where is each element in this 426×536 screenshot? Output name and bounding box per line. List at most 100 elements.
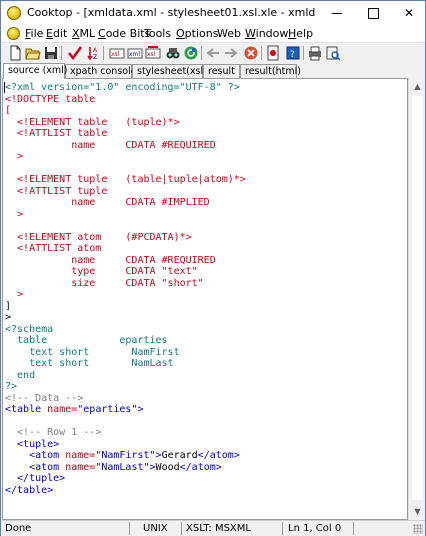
menu-file[interactable]: File (25, 27, 43, 40)
page-settings-icon[interactable] (265, 45, 281, 61)
status-divider (181, 522, 182, 535)
status-divider (129, 522, 130, 535)
menu-code-bits[interactable]: Code Bits (98, 27, 150, 40)
resize-grip-icon[interactable] (413, 524, 423, 534)
xsl-run-icon[interactable]: xsl (145, 45, 161, 61)
code-line: <!ATTLIST table (5, 128, 108, 139)
code-line: <!-- Data --> (5, 392, 84, 404)
forward-arrow-icon[interactable] (223, 45, 239, 61)
validate-check-icon[interactable] (67, 45, 83, 61)
code-line: > (5, 151, 24, 162)
menu-web[interactable]: Web (217, 27, 241, 40)
code-line: <?xml version="1.0" encoding="UTF-8" ?> (5, 82, 240, 93)
toolbar-separator (103, 46, 104, 60)
find-binoculars-icon[interactable] (165, 45, 181, 61)
code-line: <!ELEMENT table (tuple)*> (5, 116, 180, 128)
toolbar-separator (303, 46, 304, 60)
cooktop-app-icon[interactable] (7, 6, 21, 20)
code-line: <!DOCTYPE table (5, 93, 96, 105)
help-book-icon[interactable]: ? (285, 45, 301, 61)
document-tabs: source (xml) xpath console stylesheet(xsl)… (1, 63, 425, 79)
xsl-transform-icon[interactable]: xsl (109, 45, 125, 61)
code-line: <!ELEMENT atom (#PCDATA)*> (5, 231, 192, 243)
code-line: </tuple> (5, 473, 66, 484)
menu-tools[interactable]: Tools (144, 27, 171, 40)
line-ending-indicator: UNIX (143, 523, 168, 534)
svg-text:A: A (93, 47, 98, 54)
document-menu-icon[interactable] (7, 27, 20, 40)
toolbar-separator (261, 46, 262, 60)
print-icon[interactable] (307, 45, 323, 61)
code-line: <!-- Row 1 --> (5, 427, 102, 438)
code-line: <atom name="NamLast">Wood</atom> (5, 461, 222, 473)
stop-icon[interactable] (243, 45, 259, 61)
svg-text:xsl: xsl (147, 51, 156, 58)
scrollbar-thumb[interactable] (412, 96, 423, 500)
minimize-button[interactable] (319, 1, 355, 25)
svg-text:Z: Z (93, 54, 97, 61)
toolbar-separator (201, 46, 202, 60)
status-bar: Done UNIX XSLT: MSXML Ln 1, Col 0 (1, 520, 425, 536)
toolbar: A Zxsl xml xsl? (1, 43, 425, 63)
code-line: > (5, 312, 12, 323)
maximize-button[interactable] (355, 1, 391, 25)
code-text[interactable]: <?xml version="1.0" encoding="UTF-8" ?> <… (5, 82, 246, 496)
menu-bar: File Edit XML Code Bits Tools Options Web Windo… (1, 25, 425, 43)
xml-source-editor[interactable]: <?xml version="1.0" encoding="UTF-8" ?> <… (2, 78, 408, 520)
tab-result[interactable]: result (203, 64, 240, 78)
code-line: text short NamLast (5, 358, 174, 369)
xslt-engine-indicator: XSLT: MSXML (186, 523, 251, 534)
close-button[interactable] (391, 1, 426, 25)
svg-text:?: ? (290, 50, 295, 60)
menu-edit[interactable]: Edit (46, 27, 67, 40)
svg-text:xsl: xsl (111, 51, 120, 58)
tab-source-xml[interactable]: source (xml) (3, 63, 68, 79)
scroll-up-arrow-icon[interactable]: ▲ (409, 78, 426, 95)
title-bar[interactable]: Cooktop - [xmldata.xml - stylesheet01.xs… (1, 1, 425, 25)
vertical-scrollbar[interactable]: ▲ ▼ (408, 78, 425, 520)
code-line: <!ATTLIST tuple (5, 185, 108, 197)
code-line: <tuple> (5, 438, 60, 450)
tab-result-html[interactable]: result(html) (240, 64, 301, 78)
code-line: name CDATA #IMPLIED (5, 197, 210, 208)
save-disk-icon[interactable] (43, 45, 59, 61)
code-line: end (5, 369, 36, 381)
open-folder-icon[interactable] (25, 45, 41, 61)
window-title: Cooktop - [xmldata.xml - stylesheet01.xs… (27, 6, 315, 19)
code-line: text short NamFirst (5, 346, 180, 358)
cursor-position: Ln 1, Col 0 (288, 523, 342, 534)
svg-text:xml: xml (129, 51, 140, 58)
code-line: ?> (5, 381, 18, 392)
toolbar-separator (61, 46, 62, 60)
menu-options[interactable]: Options (176, 27, 218, 40)
code-line: [ (5, 105, 12, 116)
back-arrow-icon[interactable] (205, 45, 221, 61)
application-window: Cooktop - [xmldata.xml - stylesheet01.xs… (0, 0, 426, 536)
menu-window[interactable]: Window (245, 27, 288, 40)
code-line: ] (5, 300, 12, 312)
code-line: type CDATA "text" (5, 266, 198, 277)
code-line: <!ATTLIST atom (5, 243, 102, 254)
code-line: table eparties (5, 335, 168, 346)
tab-stylesheet-xsl[interactable]: stylesheet(xsl) (132, 64, 207, 78)
refresh-icon[interactable] (183, 45, 199, 61)
scroll-down-arrow-icon[interactable]: ▼ (409, 503, 426, 520)
code-line: size CDATA "short" (5, 277, 204, 289)
xml-parse-icon[interactable]: xml (127, 45, 143, 61)
new-file-icon[interactable] (7, 45, 23, 61)
code-line: <!ELEMENT tuple (table|tuple|atom)*> (5, 174, 246, 185)
menu-xml[interactable]: XML (72, 27, 95, 40)
code-line: name CDATA #REQUIRED (5, 254, 216, 266)
code-line: </table> (5, 484, 54, 496)
menu-help[interactable]: Help (288, 27, 313, 40)
code-line: <table name="eparties"> (5, 404, 144, 415)
sort-icon[interactable]: AZ (85, 45, 101, 61)
status-message: Done (5, 523, 32, 534)
tab-xpath-console[interactable]: xpath console (65, 64, 137, 78)
status-divider (353, 522, 354, 535)
code-line: > (5, 289, 24, 300)
code-line: <?schema (5, 323, 54, 335)
preview-icon[interactable] (325, 45, 341, 61)
